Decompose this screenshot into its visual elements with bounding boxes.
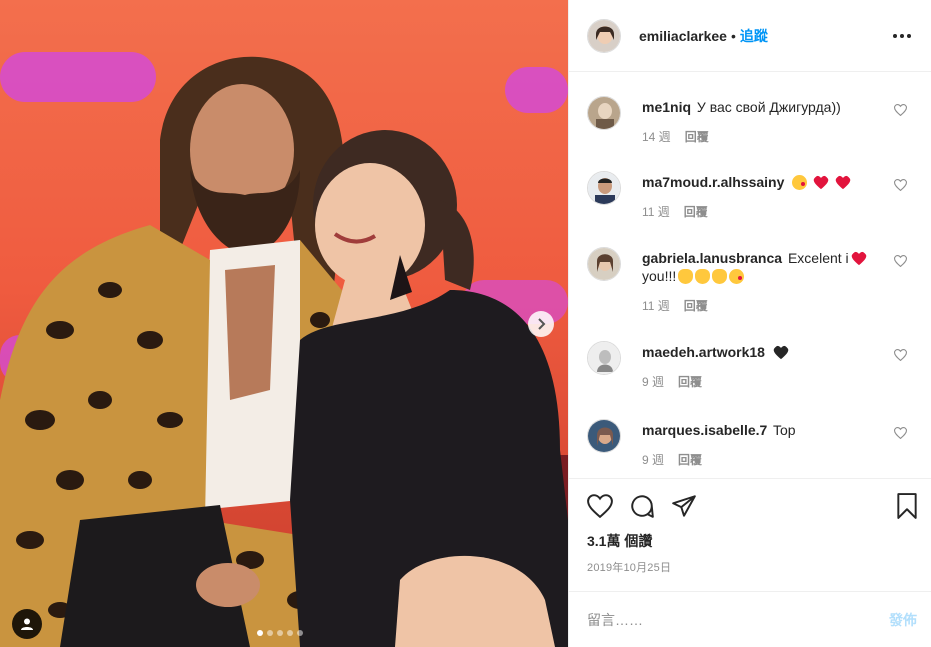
red-heart-emoji-icon [835,175,851,190]
comment-text: Excelent i [787,250,849,266]
action-bar [587,493,919,519]
like-comment-heart-icon[interactable] [894,179,907,191]
instagram-post-viewer: emiliaclarkee • 追蹤 me1niq У вас свой Джи… [0,0,931,647]
next-photo-button[interactable] [528,311,554,337]
share-paper-plane-icon[interactable] [671,494,697,518]
comment-item: maedeh.artwork18 9 週回覆 [587,341,913,421]
comment-item: marques.isabelle.7 Top 9 週回覆 [587,419,913,478]
reply-button[interactable]: 回覆 [678,373,702,390]
post-date[interactable]: 2019年10月25日 [587,559,919,575]
comment-username[interactable]: gabriela.lanusbranca [642,250,782,266]
post-header: emiliaclarkee • 追蹤 [569,0,931,72]
commenter-avatar[interactable] [587,341,621,375]
carousel-dot [287,630,293,636]
post-photo [0,0,568,647]
carousel-indicator [257,630,303,636]
chevron-right-icon [538,318,546,330]
comment-username[interactable]: me1niq [642,99,691,115]
like-heart-icon[interactable] [587,494,613,518]
red-heart-emoji-icon [813,175,829,190]
tagged-users-button[interactable] [12,609,42,639]
carousel-dot [297,630,303,636]
post-side-panel: emiliaclarkee • 追蹤 me1niq У вас свой Джи… [568,0,931,647]
comment-age[interactable]: 11 週 [642,297,670,314]
photo-scene [0,52,568,647]
kiss-emoji-icon [792,175,808,190]
like-comment-heart-icon[interactable] [894,104,907,116]
follow-button[interactable]: 追蹤 [740,26,768,46]
commenter-avatar[interactable] [587,96,621,130]
author-username[interactable]: emiliaclarkee [639,28,727,44]
clapping-hands-emoji-icon [712,269,728,284]
user-icon [21,618,33,630]
comment-username[interactable]: ma7moud.r.alhssainy [642,174,784,190]
clapping-hands-emoji-icon [695,269,711,284]
bookmark-icon[interactable] [895,493,919,519]
commenter-avatar[interactable] [587,171,621,205]
comment-age[interactable]: 9 週 [642,451,664,468]
comment-text-continued: you!!! [642,268,677,284]
reply-button[interactable]: 回覆 [678,451,702,468]
comment-input[interactable] [587,611,889,628]
separator-dot: • [730,27,736,44]
like-count[interactable]: 3.1萬 個讚 [587,531,919,551]
author-avatar[interactable] [587,18,621,53]
comment-item: me1niq У вас свой Джигурда)) 14 週回覆 [587,96,913,173]
reply-button[interactable]: 回覆 [685,128,709,145]
commenter-avatar[interactable] [587,247,621,281]
comment-text: У вас свой Джигурда)) [696,99,841,115]
comment-composer: 發佈 [569,591,931,647]
comment-username[interactable]: maedeh.artwork18 [642,344,765,360]
reply-button[interactable]: 回覆 [684,297,708,314]
comment-item: ma7moud.r.alhssainy 11 週回覆 [587,171,913,249]
comment-username[interactable]: marques.isabelle.7 [642,422,767,438]
comment-text: Top [772,422,796,438]
commenter-avatar[interactable] [587,419,621,453]
carousel-dot-active [257,630,263,636]
comment-age[interactable]: 11 週 [642,203,670,220]
clapping-hands-emoji-icon [678,269,694,284]
like-comment-heart-icon[interactable] [894,427,907,439]
red-heart-emoji-icon [851,251,866,266]
post-actions: 3.1萬 個讚 2019年10月25日 [569,478,931,575]
carousel-dot [277,630,283,636]
comment-list: me1niq У вас свой Джигурда)) 14 週回覆 ma7m… [569,72,931,478]
comment-age[interactable]: 14 週 [642,128,671,145]
like-comment-heart-icon[interactable] [894,349,907,361]
more-options-icon[interactable] [889,30,915,42]
black-heart-emoji-icon [773,345,789,360]
comment-bubble-icon[interactable] [629,493,655,519]
carousel-dot [267,630,273,636]
comment-item: gabriela.lanusbranca Excelent i you!!! 11… [587,247,913,343]
comment-age[interactable]: 9 週 [642,373,664,390]
reply-button[interactable]: 回覆 [684,203,708,220]
post-comment-button[interactable]: 發佈 [889,610,917,630]
kiss-emoji-icon [729,269,745,284]
like-comment-heart-icon[interactable] [894,255,907,267]
